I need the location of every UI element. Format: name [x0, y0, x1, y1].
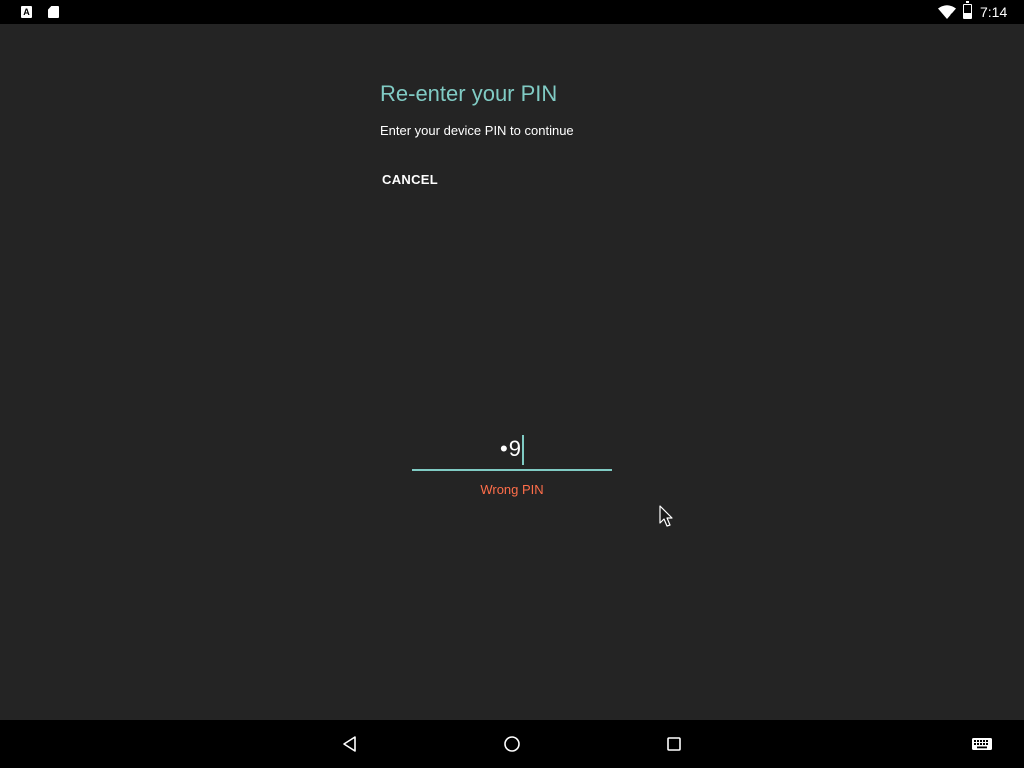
text-cursor — [521, 435, 524, 465]
dialog-subtitle: Enter your device PIN to continue — [380, 123, 574, 138]
keyboard-icon[interactable] — [971, 734, 993, 754]
battery-icon — [963, 1, 972, 19]
sd-card-icon — [48, 6, 59, 18]
pin-error-message: Wrong PIN — [480, 482, 544, 497]
mouse-pointer-icon — [659, 505, 673, 527]
cancel-button[interactable]: CANCEL — [374, 166, 446, 194]
wifi-icon — [938, 5, 956, 19]
a-icon: A — [21, 6, 32, 18]
pin-input-value: •9 — [500, 436, 522, 461]
home-icon[interactable] — [502, 734, 522, 754]
lock-screen: A 7:14 Re-enter your PIN Enter your devi… — [0, 0, 1024, 768]
dialog-title: Re-enter your PIN — [380, 81, 558, 106]
pin-input[interactable]: •9 — [412, 432, 612, 471]
status-clock: 7:14 — [980, 4, 1008, 20]
back-icon[interactable] — [340, 734, 360, 754]
navigation-bar — [0, 720, 1024, 768]
recents-icon[interactable] — [664, 734, 684, 754]
status-bar: A 7:14 — [0, 0, 1024, 24]
